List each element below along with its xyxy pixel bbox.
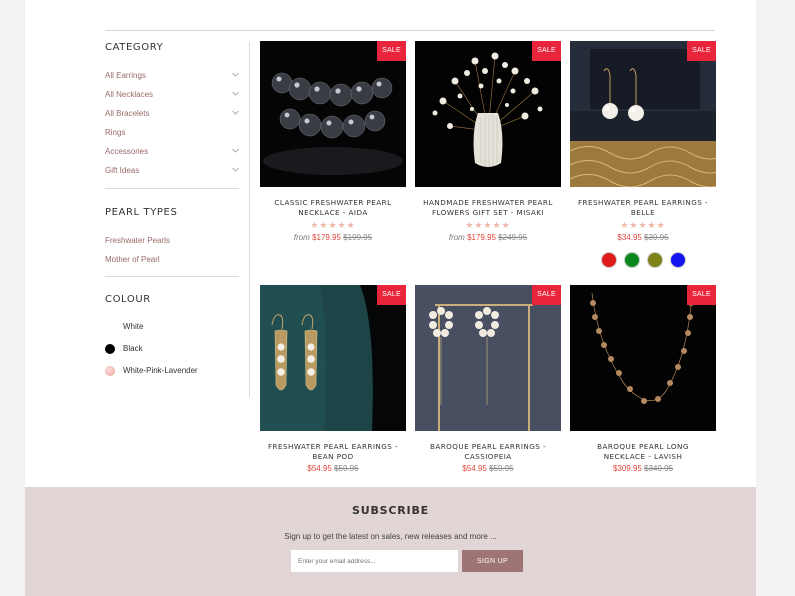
sale-price: $34.95 <box>617 233 642 242</box>
product-card[interactable]: SALE HANDMADE FRESHWATER PEARL FLOWERS G… <box>415 41 561 244</box>
category-label: Gift Ideas <box>105 166 140 175</box>
star-rating: ★★★★★ <box>310 220 356 230</box>
product-image[interactable]: SALE <box>415 41 561 187</box>
sale-price: $54.95 <box>462 464 487 473</box>
sale-badge: SALE <box>377 285 406 305</box>
colour-option-olive[interactable] <box>646 252 663 268</box>
original-price: $349.95 <box>644 464 674 473</box>
pearl-type-freshwater[interactable]: Freshwater Pearls <box>105 235 239 254</box>
chevron-down-icon[interactable] <box>232 90 239 97</box>
sidebar-vertical-divider <box>249 42 250 397</box>
sale-price: $309.95 <box>612 464 642 473</box>
sale-badge: SALE <box>532 285 561 305</box>
product-image[interactable]: SALE <box>260 285 406 431</box>
colour-swatch <box>105 322 115 332</box>
product-card[interactable]: SALE BAROQUE PEARL LONG NECKLACE - LAVIS… <box>570 285 716 475</box>
chevron-down-icon[interactable] <box>232 109 239 116</box>
product-name[interactable]: CLASSIC FRESHWATER PEARL NECKLACE - AIDA <box>260 198 406 218</box>
chevron-down-icon[interactable] <box>232 71 239 78</box>
top-divider <box>105 30 715 31</box>
category-item-all-necklaces[interactable]: All Necklaces <box>105 89 239 108</box>
product-name[interactable]: FRESHWATER PEARL EARRINGS - BEAN POD <box>260 442 406 462</box>
product-price: $54.95 $59.95 <box>415 463 561 475</box>
product-card[interactable]: SALE BAROQUE PEARL EARRINGS - CASSIOPEIA… <box>415 285 561 475</box>
sign-up-button[interactable]: SIGN UP <box>462 550 523 572</box>
original-price: $39.95 <box>644 233 669 242</box>
product-price: $34.95 $39.95 <box>570 232 716 244</box>
product-name[interactable]: BAROQUE PEARL LONG NECKLACE - LAVISH <box>570 442 716 462</box>
colour-label: White-Pink-Lavender <box>123 366 198 375</box>
category-item-all-bracelets[interactable]: All Bracelets <box>105 108 239 127</box>
colour-heading: COLOUR <box>105 294 151 305</box>
sale-badge: SALE <box>687 285 716 305</box>
original-price: $199.95 <box>343 233 373 242</box>
product-card[interactable]: SALE FRESHWATER PEARL EARRINGS - BELLE ★… <box>570 41 716 268</box>
product-name[interactable]: FRESHWATER PEARL EARRINGS - BELLE <box>570 198 716 218</box>
category-label: Rings <box>105 128 126 137</box>
category-item-accessories[interactable]: Accessories <box>105 146 239 165</box>
category-label: All Necklaces <box>105 90 154 99</box>
colour-label: White <box>123 322 144 331</box>
product-image[interactable]: SALE <box>570 41 716 187</box>
star-rating: ★★★★★ <box>465 220 511 230</box>
sale-price: $179.95 <box>467 233 496 242</box>
colour-option-red[interactable] <box>600 252 617 268</box>
subscribe-title: SUBSCRIBE <box>352 504 429 517</box>
product-image[interactable]: SALE <box>570 285 716 431</box>
product-price: $54.95 $59.95 <box>260 463 406 475</box>
page: CATEGORY All Earrings All Necklaces All … <box>25 0 756 596</box>
colour-option-green[interactable] <box>623 252 640 268</box>
sale-badge: SALE <box>687 41 716 61</box>
price-from-label: from <box>448 233 465 242</box>
price-from-label: from <box>293 233 310 242</box>
colour-filter-white-pink-lavender[interactable]: White-Pink-Lavender <box>105 366 239 388</box>
product-name[interactable]: HANDMADE FRESHWATER PEARL FLOWERS GIFT S… <box>415 198 561 218</box>
product-card[interactable]: SALE CLASSIC FRESHWATER PEARL NECKLACE -… <box>260 41 406 244</box>
chevron-down-icon[interactable] <box>232 147 239 154</box>
original-price: $249.95 <box>498 233 528 242</box>
colour-filter-black[interactable]: Black <box>105 344 239 366</box>
sale-badge: SALE <box>532 41 561 61</box>
colour-option-blue[interactable] <box>669 252 686 268</box>
product-image[interactable]: SALE <box>260 41 406 187</box>
category-item-rings[interactable]: Rings <box>105 127 239 146</box>
colour-options <box>570 252 716 268</box>
product-name[interactable]: BAROQUE PEARL EARRINGS - CASSIOPEIA <box>415 442 561 462</box>
pearl-type-mother-of-pearl[interactable]: Mother of Pearl <box>105 254 239 273</box>
sale-price: $179.95 <box>312 233 341 242</box>
colour-filter-white[interactable]: White <box>105 322 239 344</box>
subscribe-form: SIGN UP <box>291 550 523 572</box>
product-price: from $179.95 $199.95 <box>260 232 406 244</box>
subscribe-text: Sign up to get the latest on sales, new … <box>284 532 497 541</box>
filter-sidebar: CATEGORY All Earrings All Necklaces All … <box>105 42 239 388</box>
category-label: Accessories <box>105 147 149 156</box>
colour-list: White Black White-Pink-Lavender <box>105 322 239 388</box>
original-price: $59.95 <box>489 464 514 473</box>
product-price: $309.95 $349.95 <box>570 463 716 475</box>
sidebar-divider <box>105 276 239 277</box>
category-label: All Earrings <box>105 71 146 80</box>
product-image[interactable]: SALE <box>415 285 561 431</box>
category-item-all-earrings[interactable]: All Earrings <box>105 70 239 89</box>
email-input[interactable] <box>291 550 458 572</box>
product-card[interactable]: SALE FRESHWATER PEARL EARRINGS - BEAN PO… <box>260 285 406 475</box>
sale-badge: SALE <box>377 41 406 61</box>
original-price: $59.95 <box>334 464 359 473</box>
category-heading: CATEGORY <box>105 42 164 53</box>
subscribe-section: SUBSCRIBE Sign up to get the latest on s… <box>25 487 756 596</box>
star-rating: ★★★★★ <box>620 220 666 230</box>
pearl-types-heading: PEARL TYPES <box>105 207 178 218</box>
sale-price: $54.95 <box>307 464 332 473</box>
pearl-type-list: Freshwater Pearls Mother of Pearl <box>105 235 239 273</box>
category-item-gift-ideas[interactable]: Gift Ideas <box>105 165 239 184</box>
colour-swatch <box>105 366 115 376</box>
product-price: from $179.95 $249.95 <box>415 232 561 244</box>
colour-swatch <box>105 344 115 354</box>
category-list: All Earrings All Necklaces All Bracelets… <box>105 70 239 184</box>
category-label: All Bracelets <box>105 109 150 118</box>
chevron-down-icon[interactable] <box>232 166 239 173</box>
sidebar-divider <box>105 188 239 189</box>
colour-label: Black <box>123 344 143 353</box>
